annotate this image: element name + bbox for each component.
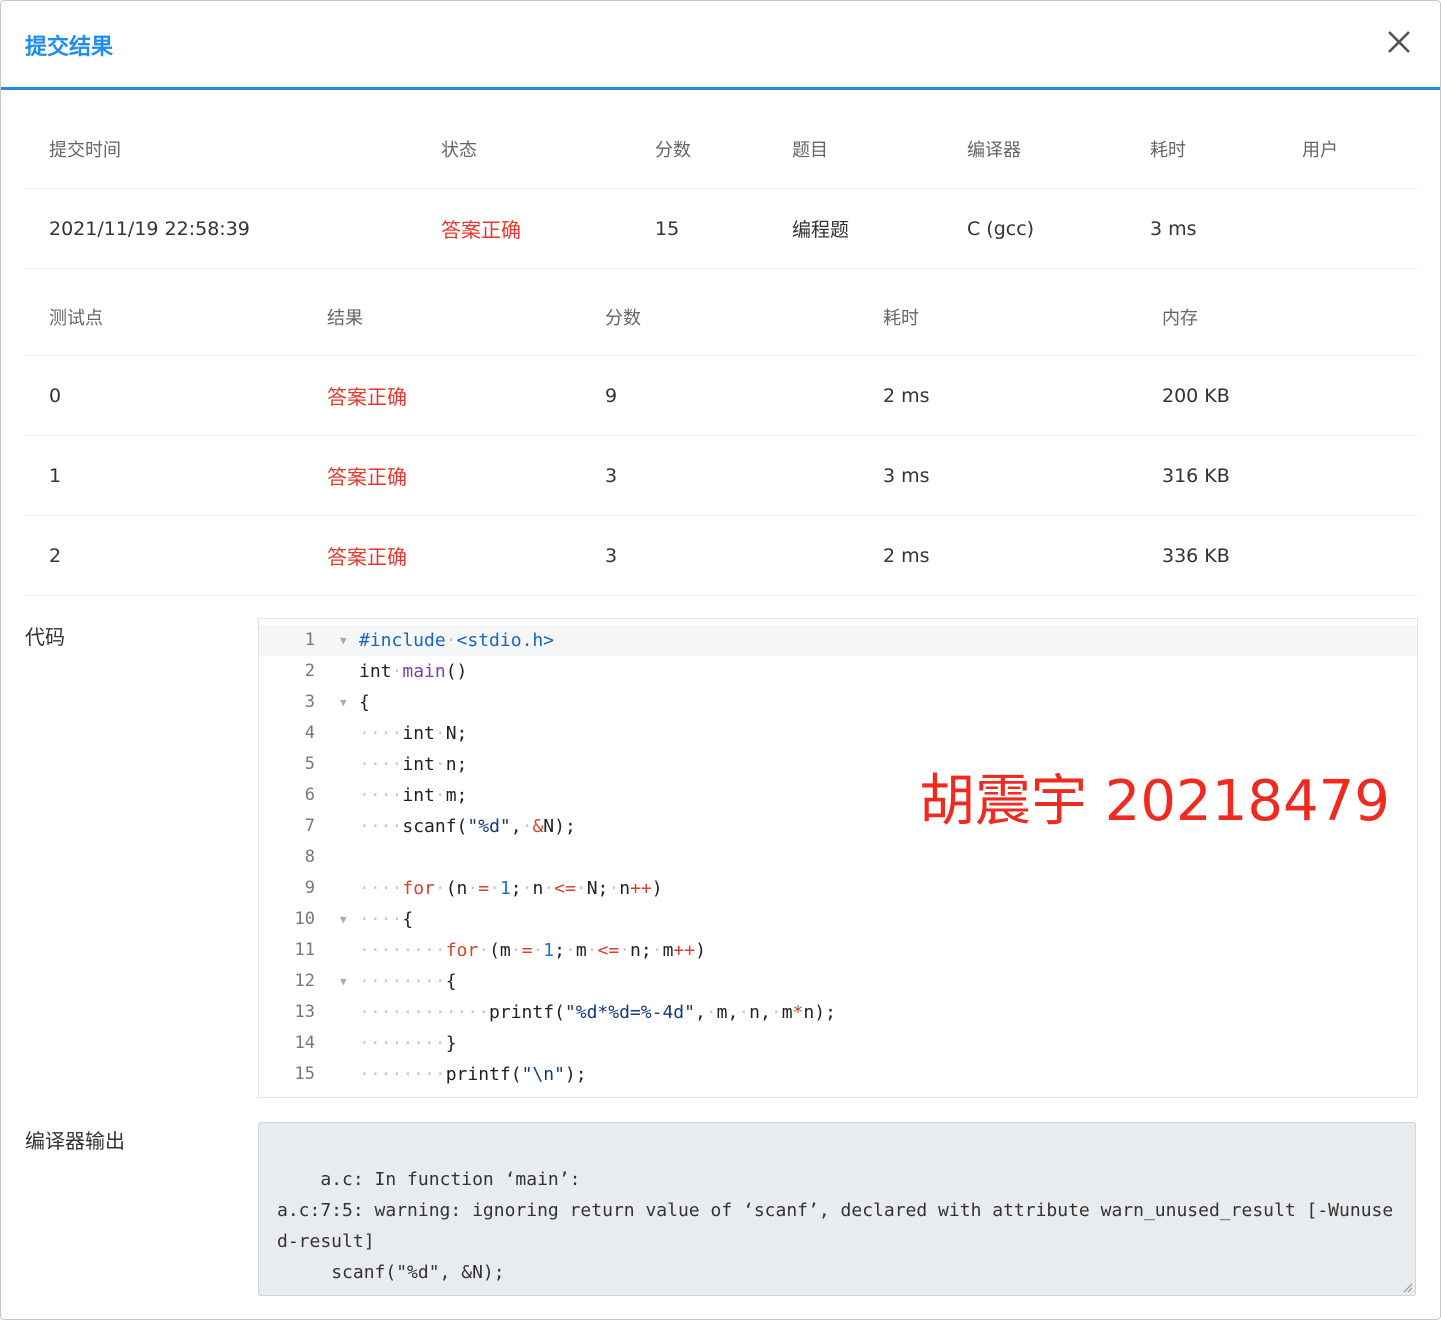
code-editor[interactable]: 1 ▼ #include·<stdio.h> 2 int·main() 3 ▼ {4 ····i… — [258, 618, 1418, 1098]
code-text: ····{ — [359, 909, 414, 930]
code-text: ····for·(n·=·1;·n·<=·N;·n++) — [359, 878, 663, 899]
compiler-output-text: a.c: In function ‘main’: a.c:7:5: warnin… — [277, 1169, 1394, 1295]
table-row: 2 答案正确 3 2 ms 336 KB — [25, 516, 1417, 596]
code-text: ····int·N; — [359, 723, 468, 744]
code-text: int·main() — [359, 661, 468, 682]
header-result: 结果 — [327, 308, 363, 329]
code-text: ············printf("%d*%d=%-4d",·m,·n,·m… — [359, 1002, 836, 1023]
total-score: 15 — [655, 217, 680, 240]
line-number: 7 — [304, 816, 315, 836]
submission-result-dialog: 提交结果 提交时间 状态 分数 题目 编译器 耗时 用户 2021/11/19 … — [0, 0, 1441, 1320]
code-text: ········} — [359, 1033, 457, 1054]
code-text: { — [359, 692, 370, 713]
testcase-id: 2 — [49, 544, 62, 567]
line-number: 2 — [304, 661, 315, 681]
summary-header-row: 提交时间 状态 分数 题目 编译器 耗时 用户 — [25, 109, 1417, 189]
testcase-memory: 316 KB — [1162, 464, 1230, 487]
testcase-header-row: 测试点 结果 分数 耗时 内存 — [25, 279, 1417, 356]
header-tc-score: 分数 — [605, 308, 641, 329]
code-text: #include·<stdio.h> — [359, 630, 555, 651]
fold-arrow-icon[interactable]: ▼ — [340, 687, 347, 718]
testcase-time: 2 ms — [883, 544, 930, 567]
submit-time: 2021/11/19 22:58:39 — [49, 217, 250, 240]
code-text: ····int·m; — [359, 785, 468, 806]
code-text: ········for·(m·=·1;·m·<=·n;·m++) — [359, 940, 706, 961]
line-number: 10 — [294, 909, 315, 929]
testcase-result: 答案正确 — [327, 465, 407, 489]
summary-table: 提交时间 状态 分数 题目 编译器 耗时 用户 2021/11/19 22:58… — [25, 109, 1417, 269]
header-elapsed: 耗时 — [1150, 139, 1186, 161]
header-tc-time: 耗时 — [883, 308, 919, 329]
line-number: 8 — [304, 847, 315, 867]
elapsed-time: 3 ms — [1150, 217, 1197, 240]
testcase-result: 答案正确 — [327, 545, 407, 569]
testcase-score: 3 — [605, 464, 618, 487]
testcase-score: 3 — [605, 544, 618, 567]
testcase-time: 2 ms — [883, 384, 930, 407]
fold-arrow-icon[interactable]: ▼ — [340, 625, 347, 656]
testcase-score: 9 — [605, 384, 618, 407]
compiler-name: C (gcc) — [967, 217, 1035, 240]
testcase-table: 测试点 结果 分数 耗时 内存 0 答案正确 9 2 ms 200 KB 1 答… — [25, 279, 1417, 596]
code-line: 12 ▼ ········{ — [259, 966, 1417, 997]
testcase-time: 3 ms — [883, 464, 930, 487]
close-icon[interactable] — [1384, 27, 1414, 57]
line-number: 3 — [304, 692, 315, 712]
fold-arrow-icon[interactable]: ▼ — [340, 904, 347, 935]
testcase-id: 0 — [49, 384, 62, 407]
line-number: 15 — [294, 1064, 315, 1084]
problem-name[interactable]: 编程题 — [792, 189, 849, 268]
code-text: ····int·n; — [359, 754, 468, 775]
summary-row: 2021/11/19 22:58:39 答案正确 15 编程题 C (gcc) … — [25, 189, 1417, 269]
status-badge: 答案正确 — [441, 218, 521, 242]
code-line: 11 ········for·(m·=·1;·m·<=·n;·m++) — [259, 935, 1417, 966]
table-row: 1 答案正确 3 3 ms 316 KB — [25, 436, 1417, 516]
code-text: ········{ — [359, 971, 457, 992]
code-line: 13 ············printf("%d*%d=%-4d",·m,·n,… — [259, 997, 1417, 1028]
line-number: 6 — [304, 785, 315, 805]
code-line: 14 ········} — [259, 1028, 1417, 1059]
line-number: 9 — [304, 878, 315, 898]
code-line: 4 ····int·N; — [259, 718, 1417, 749]
header-compiler: 编译器 — [967, 139, 1021, 161]
line-number: 11 — [294, 940, 315, 960]
code-line: 8 — [259, 842, 1417, 873]
line-number: 1 — [304, 630, 315, 650]
testcase-memory: 336 KB — [1162, 544, 1230, 567]
watermark-text: 胡震宇 20218479 — [919, 769, 1390, 834]
header-submit-time: 提交时间 — [49, 139, 121, 161]
header-score: 分数 — [655, 139, 691, 161]
resize-grip-icon[interactable] — [1401, 1281, 1413, 1293]
compiler-output-textarea[interactable]: a.c: In function ‘main’: a.c:7:5: warnin… — [258, 1122, 1416, 1296]
line-number: 13 — [294, 1002, 315, 1022]
compiler-output-label: 编译器输出 — [25, 1129, 125, 1153]
code-line: 9 ····for·(n·=·1;·n·<=·N;·n++) — [259, 873, 1417, 904]
code-text: ········printf("\n"); — [359, 1064, 587, 1085]
testcase-memory: 200 KB — [1162, 384, 1230, 407]
code-line: 10 ▼ ····{ — [259, 904, 1417, 935]
code-label: 代码 — [25, 625, 65, 649]
line-number: 14 — [294, 1033, 315, 1053]
code-text: ····scanf("%d",·&N); — [359, 816, 576, 837]
code-line: 1 ▼ #include·<stdio.h> — [259, 625, 1417, 656]
dialog-title: 提交结果 — [25, 35, 114, 60]
table-row: 0 答案正确 9 2 ms 200 KB — [25, 356, 1417, 436]
testcase-result: 答案正确 — [327, 385, 407, 409]
dialog-header: 提交结果 — [1, 1, 1440, 90]
line-number: 5 — [304, 754, 315, 774]
header-user: 用户 — [1302, 139, 1338, 161]
testcase-id: 1 — [49, 464, 62, 487]
code-line: 15 ········printf("\n"); — [259, 1059, 1417, 1090]
line-number: 4 — [304, 723, 315, 743]
code-line: 3 ▼ { — [259, 687, 1417, 718]
fold-arrow-icon[interactable]: ▼ — [340, 966, 347, 997]
line-number: 12 — [294, 971, 315, 991]
header-memory: 内存 — [1162, 308, 1198, 329]
header-status: 状态 — [441, 139, 477, 161]
header-testcase: 测试点 — [49, 308, 103, 329]
header-problem: 题目 — [792, 139, 828, 161]
code-line: 2 int·main() — [259, 656, 1417, 687]
